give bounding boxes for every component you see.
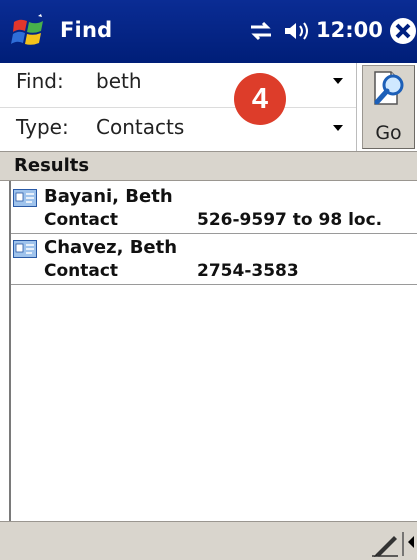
type-select[interactable]: Contacts [96,115,184,139]
volume-icon[interactable] [283,20,313,42]
type-dropdown-arrow-icon[interactable] [333,125,343,131]
input-panel-arrow-icon[interactable] [402,532,417,556]
form-divider [0,107,356,108]
find-input[interactable]: beth [96,69,142,93]
connectivity-icon[interactable] [248,20,274,42]
results-label: Results [14,155,90,176]
contact-name: Chavez, Beth [44,237,178,258]
list-item[interactable]: Chavez, Beth Contact 2754-3583 [11,235,417,285]
find-label: Find: [16,69,64,93]
contact-card-icon [13,189,37,207]
find-form: Find: beth Type: Contacts Go [0,63,417,151]
input-panel-pen-icon[interactable] [368,528,400,558]
windows-start-icon[interactable] [10,14,48,50]
list-item[interactable]: Bayani, Beth Contact 526-9597 to 98 loc. [11,184,417,234]
step-number-badge: 4 [234,73,286,125]
clock[interactable]: 12:00 [316,18,383,42]
close-icon[interactable] [388,16,417,46]
form-vertical-divider [356,63,357,151]
command-bar [0,521,417,560]
window-title: Find [60,18,113,42]
title-bar: Find 12:00 [0,0,417,63]
go-button[interactable]: Go [362,65,415,149]
magnifier-icon [374,71,404,105]
result-detail: 526-9597 to 98 loc. [197,210,383,230]
go-label: Go [375,122,402,144]
result-detail: 2754-3583 [197,261,299,281]
result-type: Contact [44,210,119,230]
contact-name: Bayani, Beth [44,186,173,207]
result-type: Contact [44,261,119,281]
pocket-pc-screen: Find 12:00 Find: beth Type: Contacts Go … [0,0,417,560]
find-dropdown-arrow-icon[interactable] [333,78,343,84]
results-header: Results [0,151,417,181]
contact-card-icon [13,240,37,258]
type-label: Type: [16,115,69,139]
